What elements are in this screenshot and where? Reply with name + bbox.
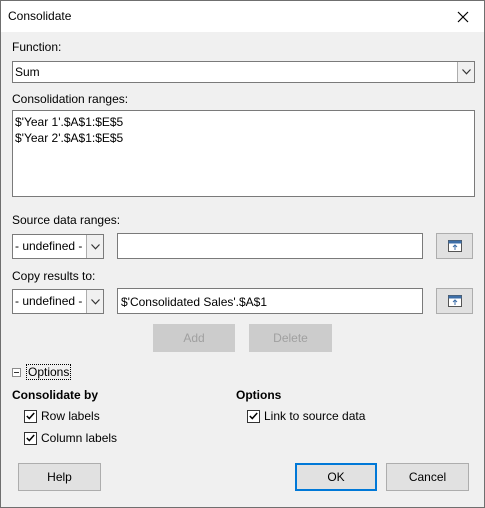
options-expander-label: Options <box>26 364 72 380</box>
source-data-ranges-select[interactable]: - undefined - <box>12 234 104 259</box>
copy-results-select-value: - undefined - <box>15 294 83 308</box>
checkbox-icon <box>24 431 37 445</box>
cancel-button[interactable]: Cancel <box>386 463 469 491</box>
row-labels-checkbox[interactable]: Row labels <box>24 409 100 423</box>
column-labels-label: Column labels <box>41 431 118 445</box>
function-label: Function: <box>12 40 62 54</box>
chevron-down-icon[interactable] <box>86 290 103 313</box>
collapse-icon <box>12 367 21 377</box>
function-select[interactable]: Sum <box>12 61 475 83</box>
source-shrink-button[interactable] <box>436 233 473 259</box>
copy-results-label: Copy results to: <box>12 269 96 283</box>
title-bar: Consolidate <box>1 1 484 32</box>
checkbox-icon <box>24 409 37 423</box>
shrink-icon <box>447 240 462 252</box>
shrink-icon <box>447 295 462 307</box>
list-item[interactable]: $'Year 1'.$A$1:$E$5 <box>15 114 472 130</box>
link-to-source-checkbox[interactable]: Link to source data <box>247 409 365 423</box>
source-data-ranges-select-value: - undefined - <box>15 239 83 253</box>
add-button[interactable]: Add <box>153 324 235 352</box>
copy-results-shrink-button[interactable] <box>436 288 473 314</box>
consolidation-ranges-label: Consolidation ranges: <box>12 92 129 106</box>
close-icon <box>457 11 469 23</box>
checkbox-icon <box>247 409 260 423</box>
help-button[interactable]: Help <box>18 463 101 491</box>
function-value: Sum <box>15 65 40 79</box>
options-heading: Options <box>236 388 282 402</box>
consolidate-dialog: Consolidate Function: Sum Consolidation … <box>0 0 485 508</box>
source-data-ranges-input[interactable] <box>117 233 423 259</box>
link-to-source-label: Link to source data <box>264 409 366 423</box>
chevron-down-icon[interactable] <box>457 62 474 82</box>
window-title: Consolidate <box>8 9 72 23</box>
consolidate-by-heading: Consolidate by <box>12 388 99 402</box>
delete-button[interactable]: Delete <box>249 324 332 352</box>
ok-button[interactable]: OK <box>295 463 377 491</box>
copy-results-select[interactable]: - undefined - <box>12 289 104 314</box>
close-button[interactable] <box>448 5 478 29</box>
consolidation-ranges-list[interactable]: $'Year 1'.$A$1:$E$5 $'Year 2'.$A$1:$E$5 <box>12 110 475 197</box>
options-expander[interactable]: Options <box>12 364 72 380</box>
list-item[interactable]: $'Year 2'.$A$1:$E$5 <box>15 130 472 146</box>
chevron-down-icon[interactable] <box>86 235 103 258</box>
row-labels-label: Row labels <box>41 409 100 423</box>
copy-results-value: $'Consolidated Sales'.$A$1 <box>121 295 268 309</box>
column-labels-checkbox[interactable]: Column labels <box>24 431 117 445</box>
source-data-ranges-label: Source data ranges: <box>12 213 121 227</box>
copy-results-input[interactable]: $'Consolidated Sales'.$A$1 <box>117 288 423 314</box>
